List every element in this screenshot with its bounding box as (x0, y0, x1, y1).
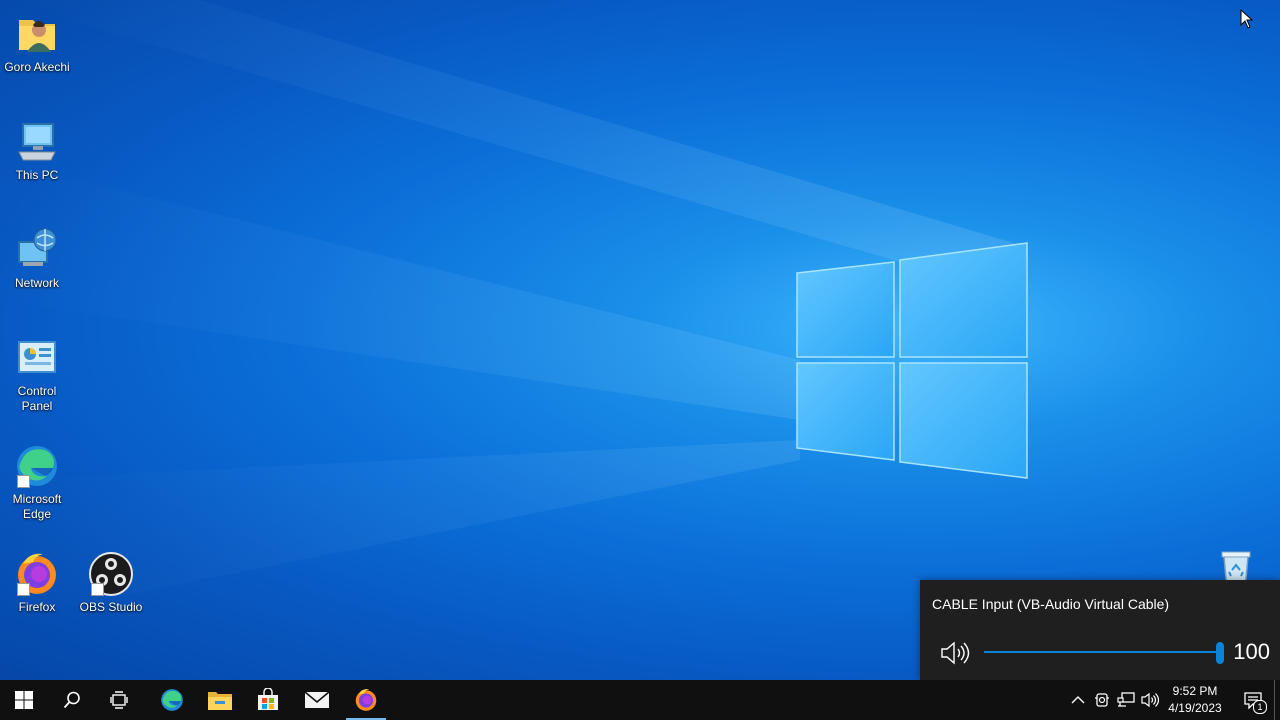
taskbar: 9:52 PM 4/19/2023 1 (0, 680, 1280, 720)
taskbar-store-button[interactable] (244, 680, 292, 720)
search-button[interactable] (48, 680, 96, 720)
speaker-icon (941, 641, 970, 665)
mute-toggle-button[interactable] (938, 638, 972, 668)
store-icon (258, 688, 278, 710)
windows-wallpaper (0, 0, 1028, 620)
volume-tray-button[interactable] (1140, 690, 1160, 710)
start-button[interactable] (0, 680, 48, 720)
folder-icon (208, 692, 232, 710)
network-status-button[interactable] (1116, 690, 1136, 710)
firefox-icon (13, 550, 61, 598)
desktop-icon-label: Control Panel (17, 384, 57, 413)
tray-app-icon (1095, 693, 1109, 707)
desktop-icon-this-pc[interactable]: This PC (1, 118, 73, 183)
desktop: Goro Akechi This PC Network Control Pane… (0, 0, 1280, 680)
desktop-icon-label: Firefox (18, 600, 56, 614)
desktop-icon-obs-studio[interactable]: OBS Studio (75, 550, 147, 615)
edge-icon (13, 442, 61, 490)
obs-icon (87, 550, 135, 598)
chevron-up-icon (1071, 696, 1085, 704)
action-center-button[interactable]: 1 (1236, 680, 1270, 720)
network-icon (13, 226, 61, 274)
taskbar-file-explorer-button[interactable] (196, 680, 244, 720)
shortcut-arrow-icon (17, 583, 30, 596)
desktop-icon-firefox[interactable]: Firefox (1, 550, 73, 615)
user-folder-icon (13, 10, 61, 58)
desktop-icon-label: This PC (15, 168, 59, 182)
edge-icon (161, 689, 183, 711)
control-panel-icon (13, 334, 61, 382)
volume-flyout: CABLE Input (VB-Audio Virtual Cable) 100 (920, 580, 1280, 680)
shortcut-arrow-icon (17, 475, 30, 488)
volume-slider-thumb[interactable] (1216, 642, 1224, 664)
speaker-icon (1141, 692, 1159, 708)
desktop-icon-label: Goro Akechi (4, 60, 70, 74)
taskbar-edge-button[interactable] (148, 680, 196, 720)
taskbar-firefox-button[interactable] (342, 680, 390, 720)
desktop-icon-label: Network (14, 276, 59, 290)
clock-time: 9:52 PM (1172, 684, 1218, 698)
mouse-cursor-icon (1240, 9, 1254, 29)
mail-icon (304, 691, 330, 708)
audio-device-name[interactable]: CABLE Input (VB-Audio Virtual Cable) (932, 596, 1169, 612)
clock-date: 4/19/2023 (1168, 701, 1222, 715)
desktop-icon-recycle-bin[interactable] (1200, 546, 1272, 580)
computer-icon (13, 118, 61, 166)
notification-count-badge: 1 (1253, 700, 1267, 714)
task-view-button[interactable] (96, 680, 144, 720)
desktop-icon-label: Microsoft Edge (12, 492, 62, 521)
desktop-icon-label: OBS Studio (79, 600, 143, 614)
task-view-icon (110, 691, 128, 709)
shortcut-arrow-icon (91, 583, 104, 596)
volume-slider-fill (984, 651, 1220, 653)
desktop-icon-goro-akechi[interactable]: Goro Akechi (1, 10, 73, 75)
desktop-icon-microsoft-edge[interactable]: Microsoft Edge (1, 442, 73, 522)
windows-logo-icon (15, 691, 33, 709)
desktop-icon-control-panel[interactable]: Control Panel (1, 334, 73, 414)
taskbar-clock[interactable]: 9:52 PM 4/19/2023 (1162, 683, 1228, 717)
firefox-icon (355, 689, 377, 711)
taskbar-mail-button[interactable] (293, 680, 341, 720)
volume-value: 100 (1233, 639, 1270, 664)
desktop-icon-network[interactable]: Network (1, 226, 73, 291)
show-hidden-icons-button[interactable] (1068, 690, 1088, 710)
show-desktop-button[interactable] (1274, 680, 1280, 720)
volume-slider[interactable] (984, 642, 1224, 664)
tray-app-button[interactable] (1092, 690, 1112, 710)
search-icon (63, 691, 80, 709)
recycle-bin-icon (1212, 546, 1260, 580)
network-wired-icon (1117, 692, 1135, 707)
